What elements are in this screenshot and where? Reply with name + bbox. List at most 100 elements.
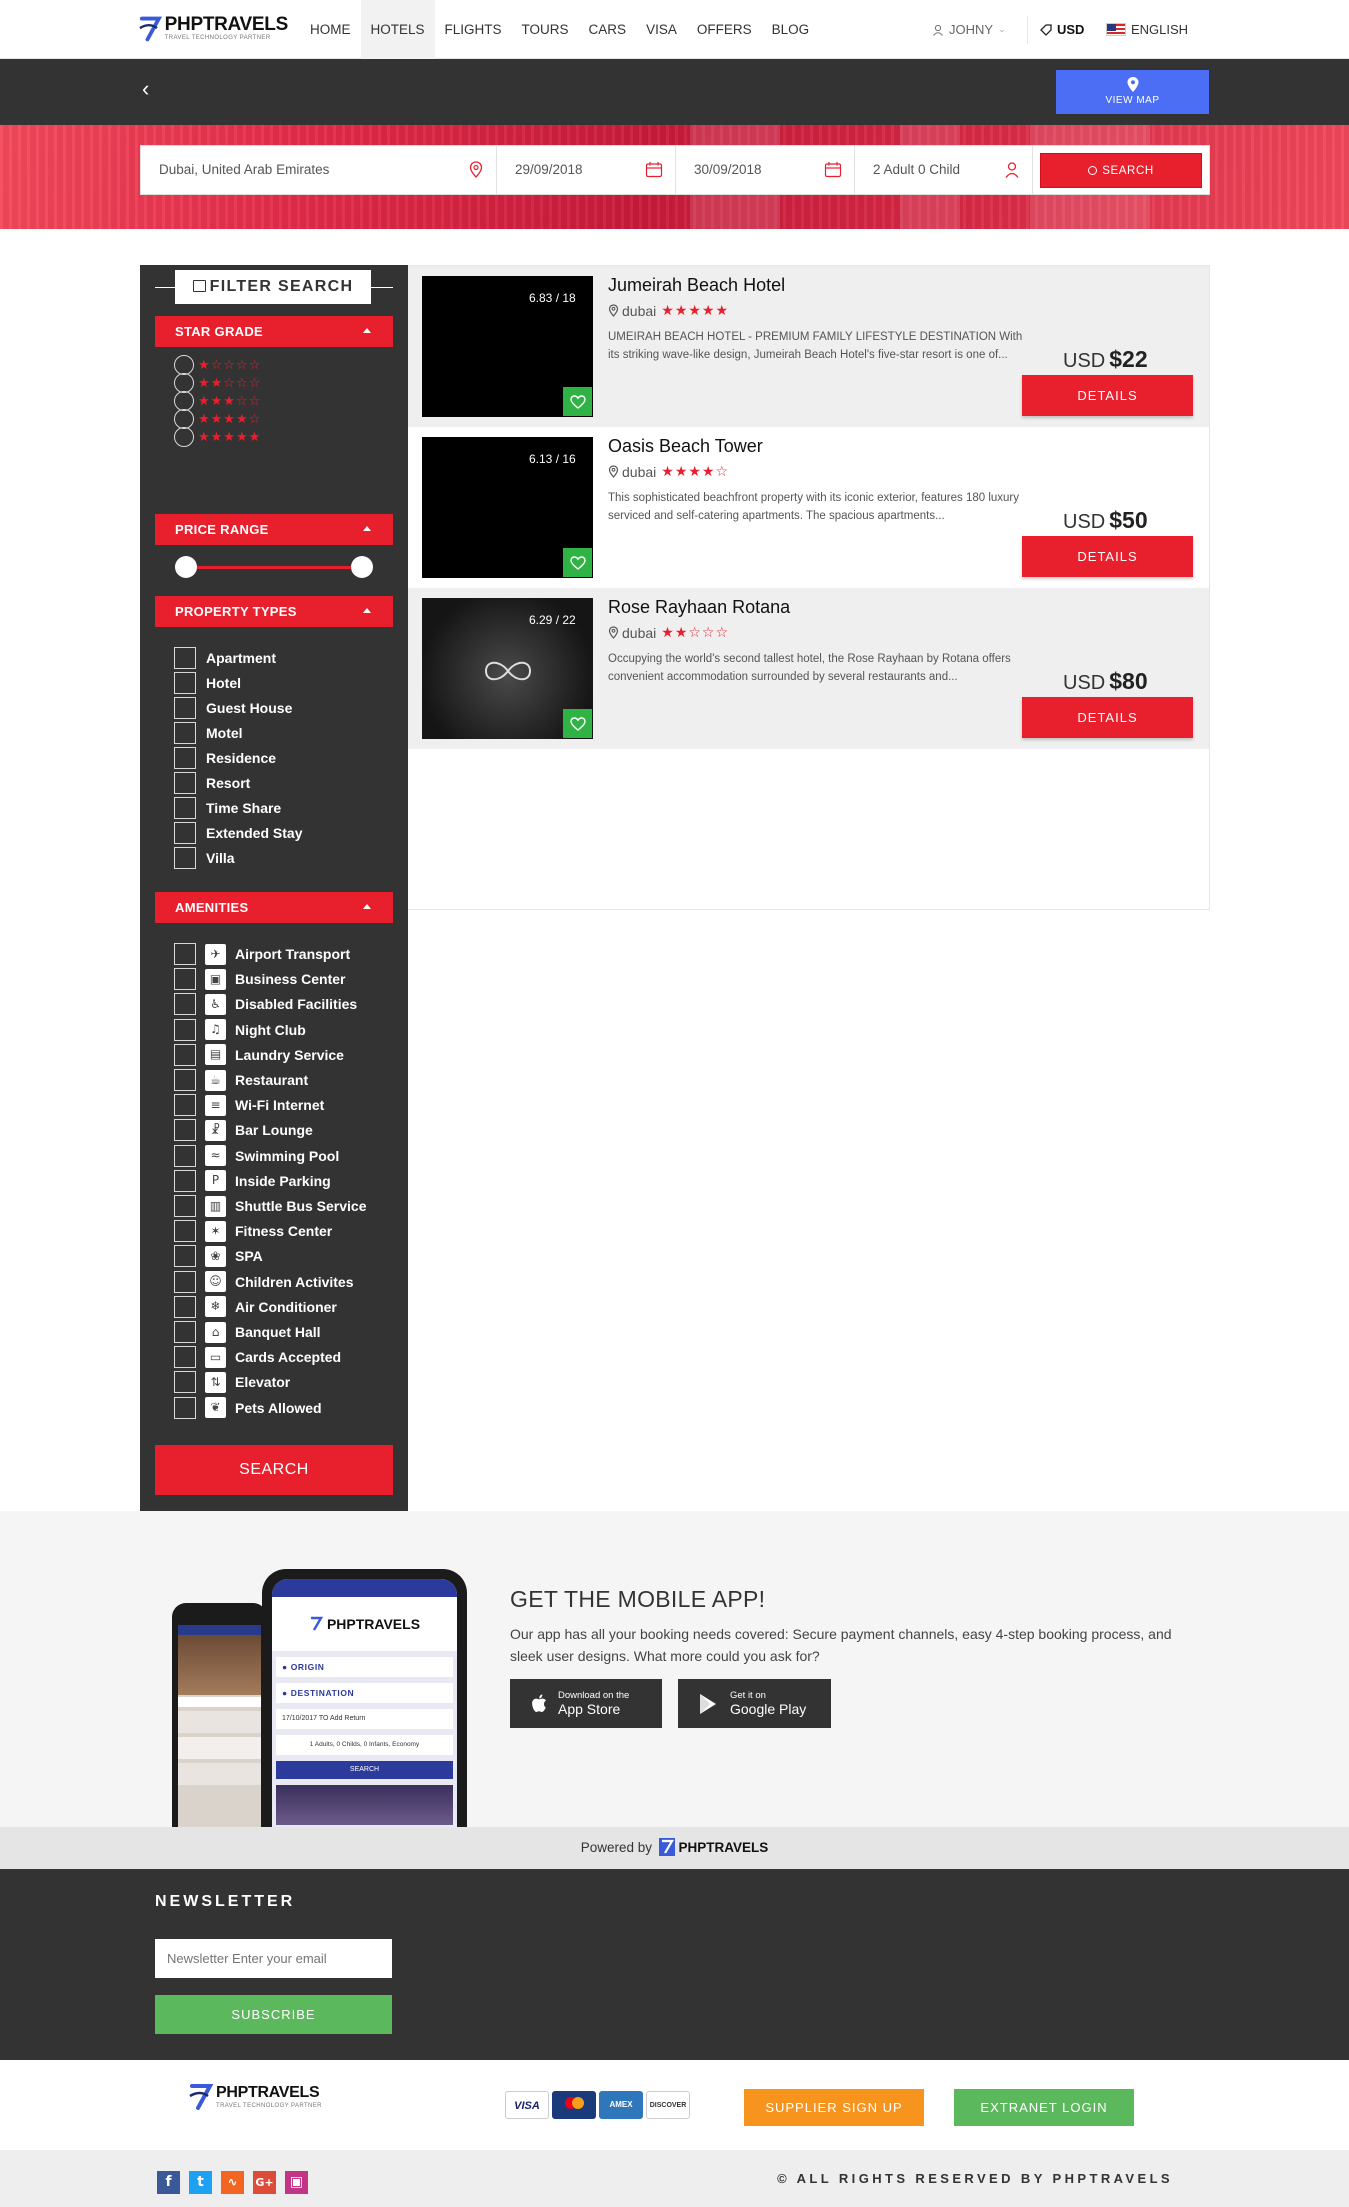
amenity-checkbox[interactable] xyxy=(174,1169,196,1192)
property-type-checkbox[interactable] xyxy=(174,797,196,819)
guests-field[interactable]: 2 Adult 0 Child xyxy=(855,146,1033,194)
currency-selector[interactable]: USD xyxy=(1040,0,1084,59)
star-grade-header[interactable]: STAR GRADE xyxy=(155,316,393,347)
amenity-checkbox[interactable] xyxy=(174,1245,196,1268)
amenity-checkbox[interactable] xyxy=(174,1346,196,1369)
amenity-option[interactable]: ♫ Night Club xyxy=(174,1018,306,1041)
property-type-option[interactable]: Hotel xyxy=(174,672,241,694)
star-option[interactable]: ★☆☆☆☆ xyxy=(174,355,261,375)
star-radio[interactable] xyxy=(174,427,194,447)
instagram-icon[interactable]: ▣ xyxy=(285,2171,308,2194)
price-slider-max-handle[interactable] xyxy=(351,556,373,578)
checkout-field[interactable]: 30/09/2018 xyxy=(676,146,855,194)
nav-tours[interactable]: TOURS xyxy=(512,0,579,59)
property-type-checkbox[interactable] xyxy=(174,647,196,669)
google-play-button[interactable]: Get it on Google Play xyxy=(678,1679,831,1728)
property-type-checkbox[interactable] xyxy=(174,672,196,694)
newsletter-email-input[interactable] xyxy=(155,1939,392,1978)
logo[interactable]: PHPTRAVELS TRAVEL TECHNOLOGY PARTNER xyxy=(138,12,288,46)
property-type-option[interactable]: Resort xyxy=(174,772,250,794)
nav-flights[interactable]: FLIGHTS xyxy=(435,0,512,59)
star-radio[interactable] xyxy=(174,391,194,411)
filter-search-button[interactable]: SEARCH xyxy=(155,1445,393,1495)
star-option[interactable]: ★★★★☆ xyxy=(174,409,261,429)
subscribe-button[interactable]: SUBSCRIBE xyxy=(155,1995,392,2034)
amenity-option[interactable]: ⇅ Elevator xyxy=(174,1371,290,1394)
amenity-option[interactable]: ☺ Children Activites xyxy=(174,1270,354,1293)
amenity-checkbox[interactable] xyxy=(174,1119,196,1142)
property-type-checkbox[interactable] xyxy=(174,822,196,844)
property-type-checkbox[interactable] xyxy=(174,697,196,719)
wishlist-heart-icon[interactable] xyxy=(563,387,592,416)
property-type-option[interactable]: Motel xyxy=(174,722,243,744)
details-button[interactable]: DETAILS xyxy=(1022,536,1193,577)
nav-offers[interactable]: OFFERS xyxy=(687,0,762,59)
amenity-option[interactable]: ⌂ Banquet Hall xyxy=(174,1321,321,1343)
details-button[interactable]: DETAILS xyxy=(1022,375,1193,416)
star-option[interactable]: ★★★☆☆ xyxy=(174,391,261,411)
amenity-option[interactable]: ≡ Wi-Fi Internet xyxy=(174,1094,324,1117)
property-type-option[interactable]: Apartment xyxy=(174,647,276,669)
property-type-option[interactable]: Residence xyxy=(174,747,276,769)
amenity-checkbox[interactable] xyxy=(174,1371,196,1394)
nav-visa[interactable]: VISA xyxy=(636,0,687,59)
star-radio[interactable] xyxy=(174,355,194,375)
amenity-option[interactable]: ≈ Swimming Pool xyxy=(174,1144,339,1167)
view-map-button[interactable]: VIEW MAP xyxy=(1056,70,1209,114)
amenity-checkbox[interactable] xyxy=(174,943,196,965)
nav-blog[interactable]: BLOG xyxy=(762,0,820,59)
price-range-header[interactable]: PRICE RANGE xyxy=(155,514,393,545)
amenity-checkbox[interactable] xyxy=(174,968,196,991)
hotel-thumbnail[interactable]: 6.29 / 22 xyxy=(422,598,593,739)
user-menu[interactable]: JOHNY ⌄ xyxy=(932,0,1006,59)
star-option[interactable]: ★★☆☆☆ xyxy=(174,373,261,393)
amenity-option[interactable]: P Inside Parking xyxy=(174,1169,331,1192)
amenity-checkbox[interactable] xyxy=(174,1018,196,1041)
amenity-checkbox[interactable] xyxy=(174,1069,196,1091)
nav-home[interactable]: HOME xyxy=(300,0,361,59)
rss-icon[interactable]: ∿ xyxy=(221,2171,244,2194)
facebook-icon[interactable]: f xyxy=(157,2171,180,2194)
amenity-option[interactable]: ✈ Airport Transport xyxy=(174,943,350,965)
language-selector[interactable]: ENGLISH xyxy=(1106,0,1188,59)
price-slider-min-handle[interactable] xyxy=(175,556,197,578)
property-type-option[interactable]: Time Share xyxy=(174,797,281,819)
details-button[interactable]: DETAILS xyxy=(1022,697,1193,738)
price-slider-track[interactable] xyxy=(186,566,366,569)
property-type-checkbox[interactable] xyxy=(174,847,196,869)
property-type-option[interactable]: Guest House xyxy=(174,697,292,719)
amenity-checkbox[interactable] xyxy=(174,1321,196,1343)
amenity-checkbox[interactable] xyxy=(174,1295,196,1318)
app-store-button[interactable]: Download on the App Store xyxy=(510,1679,662,1728)
google-plus-icon[interactable]: G+ xyxy=(253,2171,276,2194)
powered-by-brand[interactable]: PHPTRAVELS xyxy=(679,1840,769,1855)
amenity-checkbox[interactable] xyxy=(174,1270,196,1293)
amenity-checkbox[interactable] xyxy=(174,993,196,1016)
hotel-thumbnail[interactable]: 6.13 / 16 xyxy=(422,437,593,578)
star-radio[interactable] xyxy=(174,409,194,429)
amenity-checkbox[interactable] xyxy=(174,1144,196,1167)
property-types-header[interactable]: PROPERTY TYPES xyxy=(155,596,393,627)
amenity-option[interactable]: ☕ Restaurant xyxy=(174,1069,308,1091)
hotel-thumbnail[interactable]: 6.83 / 18 xyxy=(422,276,593,417)
hotel-name[interactable]: Jumeirah Beach Hotel xyxy=(608,275,785,296)
amenity-checkbox[interactable] xyxy=(174,1220,196,1243)
amenity-checkbox[interactable] xyxy=(174,1195,196,1217)
amenity-checkbox[interactable] xyxy=(174,1396,196,1419)
amenity-option[interactable]: ▥ Shuttle Bus Service xyxy=(174,1195,367,1217)
star-radio[interactable] xyxy=(174,373,194,393)
amenity-option[interactable]: ❦ Pets Allowed xyxy=(174,1396,322,1419)
amenity-option[interactable]: ▤ Laundry Service xyxy=(174,1043,344,1066)
search-button[interactable]: SEARCH xyxy=(1040,153,1202,188)
amenity-option[interactable]: ❄ Air Conditioner xyxy=(174,1295,337,1318)
footer-logo[interactable]: PHPTRAVELS TRAVEL TECHNOLOGY PARTNER xyxy=(188,2080,338,2114)
hotel-name[interactable]: Rose Rayhaan Rotana xyxy=(608,597,790,618)
amenities-header[interactable]: AMENITIES xyxy=(155,892,393,923)
extranet-login-button[interactable]: EXTRANET LOGIN xyxy=(954,2089,1134,2126)
property-type-checkbox[interactable] xyxy=(174,747,196,769)
amenity-option[interactable]: ▭ Cards Accepted xyxy=(174,1346,341,1369)
wishlist-heart-icon[interactable] xyxy=(563,548,592,577)
amenity-option[interactable]: ✶ Fitness Center xyxy=(174,1220,332,1243)
star-option[interactable]: ★★★★★ xyxy=(174,427,261,447)
back-arrow-icon[interactable]: ‹ xyxy=(142,77,162,101)
